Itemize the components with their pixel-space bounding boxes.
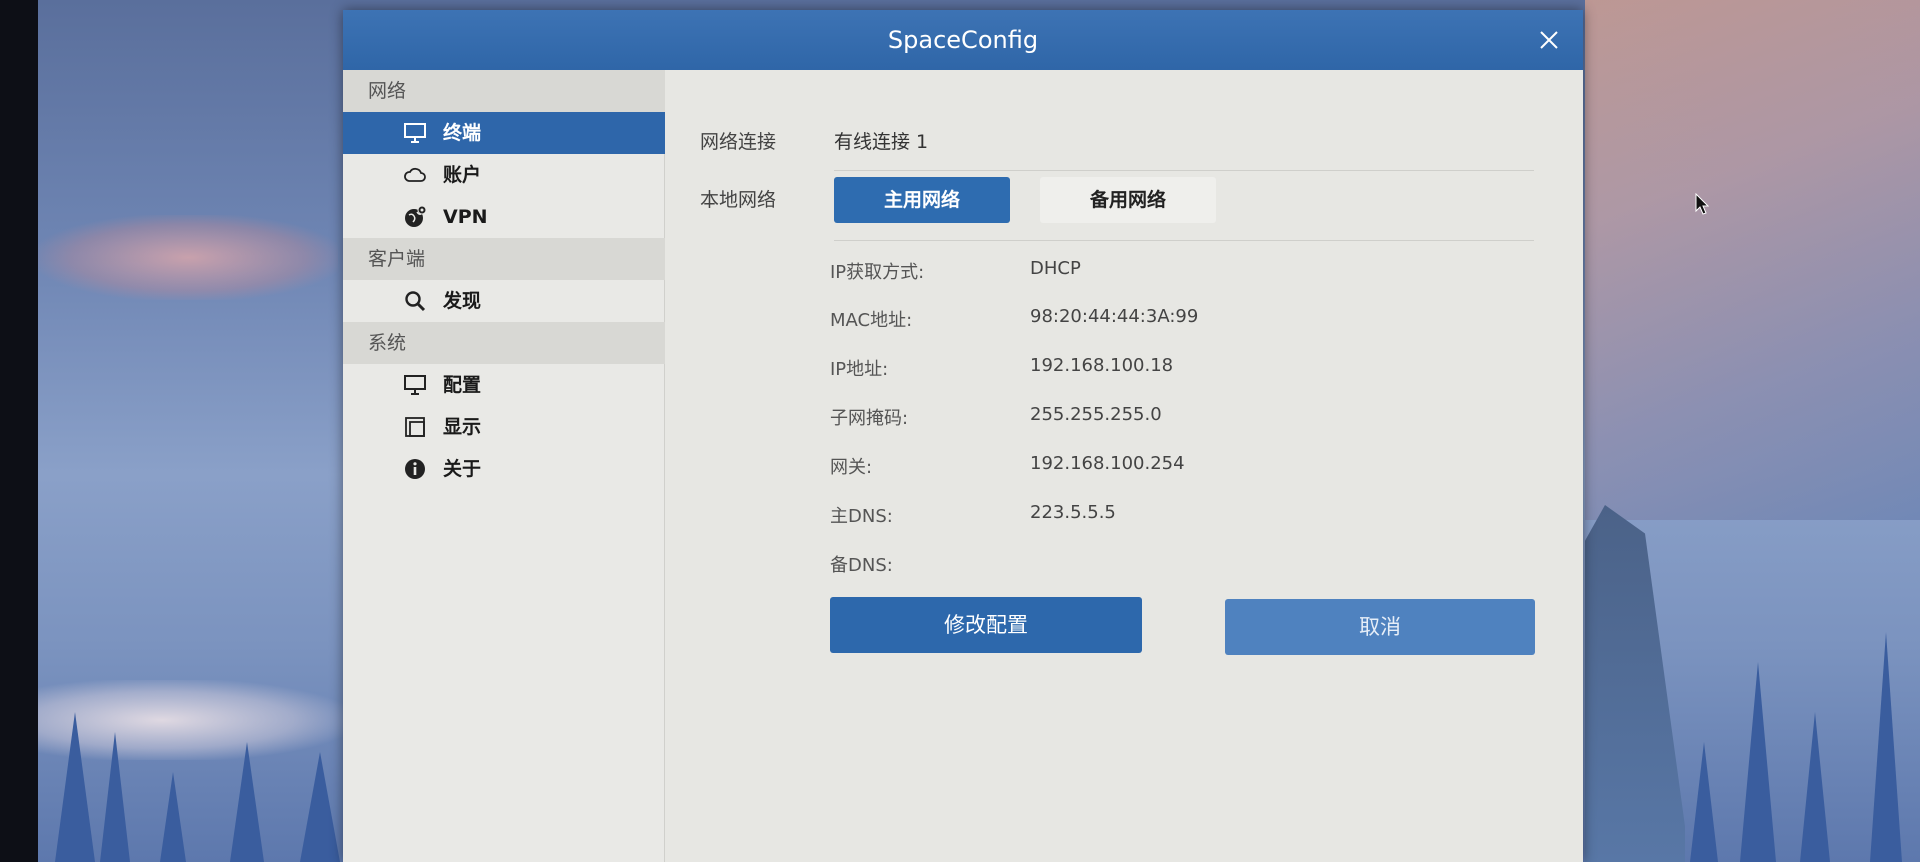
ip-address-value: 192.168.100.18 [1030, 355, 1174, 376]
mac-address-label: MAC地址: [830, 310, 913, 331]
connection-label: 网络连接 [700, 131, 777, 153]
mac-address-value: 98:20:44:44:3A:99 [1030, 306, 1199, 327]
cloud-icon [404, 167, 426, 182]
sidebar-item-discover[interactable]: 发现 [343, 280, 665, 322]
connection-value: 有线连接 1 [834, 131, 929, 153]
divider [834, 240, 1534, 241]
subnet-mask-value: 255.255.255.0 [1030, 404, 1162, 425]
tab-primary-network[interactable]: 主用网络 [834, 177, 1010, 223]
sidebar-item-label: 配置 [443, 374, 482, 396]
spaceconfig-window: SpaceConfig 网络 终端 账户 VPN 客户端 发现 系统 配置 显示… [343, 10, 1583, 862]
wallpaper-spire [230, 742, 264, 862]
sidebar: 网络 终端 账户 VPN 客户端 发现 系统 配置 显示 关于 [343, 70, 665, 862]
primary-dns-label: 主DNS: [830, 506, 893, 527]
local-network-label: 本地网络 [700, 189, 777, 211]
wallpaper-spire [160, 772, 186, 862]
title-bar: SpaceConfig [343, 10, 1583, 70]
monitor-icon [404, 375, 426, 395]
wallpaper-sky [1585, 0, 1920, 520]
ip-address-label: IP地址: [830, 359, 889, 380]
wallpaper-spire [1800, 712, 1830, 862]
sidebar-group-system: 系统 [343, 322, 665, 364]
tab-backup-network[interactable]: 备用网络 [1040, 177, 1216, 223]
screen-bezel [0, 0, 38, 862]
wallpaper-spire [1870, 632, 1902, 862]
sidebar-item-config[interactable]: 配置 [343, 364, 665, 406]
display-window-icon [405, 417, 425, 437]
search-icon [405, 291, 426, 312]
sidebar-item-about[interactable]: 关于 [343, 448, 665, 490]
gateway-label: 网关: [830, 457, 873, 478]
wallpaper-spire [300, 752, 340, 862]
wallpaper-spire [1740, 662, 1776, 862]
network-settings-panel: 网络连接 有线连接 1 本地网络 主用网络 备用网络 IP获取方式: DHCP … [665, 70, 1583, 862]
sidebar-item-label: 账户 [443, 164, 482, 186]
ip-method-label: IP获取方式: [830, 262, 925, 283]
sidebar-item-account[interactable]: 账户 [343, 154, 665, 196]
sidebar-item-label: 终端 [443, 122, 482, 144]
sidebar-item-vpn[interactable]: VPN [343, 196, 665, 238]
window-title: SpaceConfig [887, 26, 1039, 54]
sidebar-item-label: 显示 [443, 416, 482, 438]
wallpaper-cloud [38, 215, 338, 300]
sidebar-item-terminal[interactable]: 终端 [343, 112, 665, 154]
wallpaper-spire [1690, 742, 1718, 862]
close-icon[interactable] [1537, 28, 1561, 52]
wallpaper-cloud-band [38, 680, 348, 760]
wallpaper-rock [1585, 505, 1685, 862]
primary-dns-value: 223.5.5.5 [1030, 502, 1116, 523]
divider [834, 170, 1534, 171]
sidebar-item-label: VPN [443, 206, 488, 228]
sidebar-group-network: 网络 [343, 70, 665, 112]
sidebar-item-label: 发现 [443, 290, 482, 312]
gateway-value: 192.168.100.254 [1030, 453, 1185, 474]
sidebar-group-client: 客户端 [343, 238, 665, 280]
globe-gear-icon [405, 205, 427, 227]
monitor-icon [404, 123, 426, 143]
modify-config-button[interactable]: 修改配置 [830, 597, 1142, 653]
subnet-mask-label: 子网掩码: [830, 408, 909, 429]
sidebar-item-label: 关于 [443, 458, 482, 480]
ip-method-value: DHCP [1030, 258, 1081, 279]
sidebar-item-display[interactable]: 显示 [343, 406, 665, 448]
info-icon [405, 459, 425, 479]
secondary-dns-label: 备DNS: [830, 555, 893, 576]
cancel-button[interactable]: 取消 [1225, 599, 1535, 655]
mouse-cursor-icon [1695, 193, 1709, 215]
